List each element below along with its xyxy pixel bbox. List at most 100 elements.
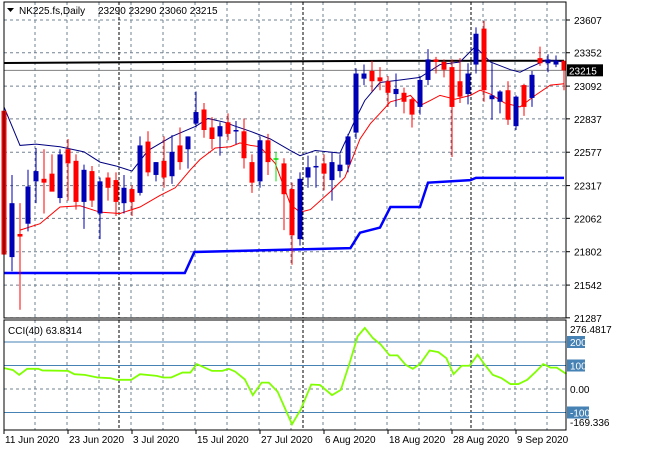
price-tick-label: 21542 bbox=[574, 281, 602, 292]
bull-candle bbox=[153, 162, 159, 175]
bull-candle bbox=[417, 79, 423, 107]
cci-panel bbox=[3, 326, 567, 427]
candles bbox=[1, 20, 567, 310]
date-label: 27 Jul 2020 bbox=[261, 435, 313, 446]
bull-candle bbox=[337, 164, 343, 172]
bear-candle bbox=[177, 145, 183, 163]
bear-candle bbox=[65, 149, 71, 164]
bear-candle bbox=[369, 70, 375, 82]
bull-candle bbox=[497, 91, 503, 102]
bear-candle bbox=[377, 77, 383, 82]
cci-max-label: 276.4817 bbox=[570, 325, 612, 336]
date-label: 6 Aug 2020 bbox=[325, 435, 376, 446]
bear-candle bbox=[401, 92, 407, 102]
bull-candle bbox=[425, 59, 431, 80]
bear-candle bbox=[249, 162, 255, 183]
cci-level-label: 0.00 bbox=[570, 385, 590, 396]
date-label: 23 Jun 2020 bbox=[69, 435, 124, 446]
bear-candle bbox=[409, 99, 415, 115]
triangle-down-icon[interactable] bbox=[7, 8, 14, 12]
bull-candle bbox=[33, 171, 39, 182]
bear-candle bbox=[505, 90, 511, 120]
price-tick-label: 21802 bbox=[574, 248, 602, 259]
bear-candle bbox=[289, 189, 295, 236]
bear-candle bbox=[73, 160, 79, 202]
bear-candle bbox=[433, 59, 439, 62]
bull-candle bbox=[193, 112, 199, 124]
bull-candle bbox=[393, 88, 399, 95]
bull-candle bbox=[233, 130, 239, 132]
bear-candle bbox=[321, 163, 327, 174]
date-label: 3 Jul 2020 bbox=[133, 435, 180, 446]
bull-candle bbox=[121, 187, 127, 204]
cci-min-label: -169.336 bbox=[570, 418, 610, 429]
date-label: 15 Jul 2020 bbox=[197, 435, 249, 446]
bull-candle bbox=[553, 60, 559, 65]
bull-candle bbox=[329, 162, 335, 181]
bull-candle bbox=[185, 136, 191, 150]
bull-candle bbox=[257, 140, 263, 182]
bear-candle bbox=[241, 131, 247, 159]
bear-candle bbox=[265, 140, 271, 163]
bull-candle bbox=[513, 96, 519, 127]
bear-candle bbox=[17, 233, 23, 237]
resistance-line bbox=[3, 59, 565, 65]
price-tick-label: 23607 bbox=[574, 16, 602, 27]
bear-candle bbox=[105, 177, 111, 188]
axes: 23607 23352 23092 22837 22577 22317 22062 21802… bbox=[3, 16, 612, 446]
bull-candle bbox=[313, 165, 319, 168]
bear-candle bbox=[281, 163, 287, 195]
bull-candle bbox=[353, 73, 359, 133]
bear-candle bbox=[145, 141, 151, 173]
bull-candle bbox=[465, 73, 471, 95]
bear-candle bbox=[201, 109, 207, 131]
bear-candle bbox=[161, 160, 167, 178]
date-label: 11 Jun 2020 bbox=[5, 435, 60, 446]
bull-candle bbox=[529, 74, 535, 98]
price-tick-label: 21287 bbox=[574, 314, 602, 325]
bear-candle bbox=[537, 58, 543, 64]
date-label: 9 Sep 2020 bbox=[517, 435, 569, 446]
bear-candle bbox=[521, 85, 527, 107]
date-label: 18 Aug 2020 bbox=[389, 435, 446, 446]
bear-candle bbox=[129, 189, 135, 202]
bull-candle bbox=[345, 136, 351, 165]
bull-candle bbox=[489, 95, 495, 100]
date-label: 28 Aug 2020 bbox=[453, 435, 510, 446]
price-tick-label: 23352 bbox=[574, 49, 602, 60]
bull-candle bbox=[361, 73, 367, 79]
cci-level-label: 100 bbox=[570, 362, 587, 373]
bear-candle bbox=[225, 122, 231, 134]
price-tick-label: 22317 bbox=[574, 182, 602, 193]
bear-candle bbox=[41, 178, 47, 183]
bull-candle bbox=[217, 126, 223, 137]
bear-candle bbox=[113, 180, 119, 202]
bear-candle bbox=[441, 61, 447, 70]
bull-candle bbox=[473, 33, 479, 65]
bear-candle bbox=[49, 173, 55, 192]
ohlc-label: 23290 23290 23060 23215 bbox=[98, 6, 218, 17]
bull-candle bbox=[97, 181, 103, 214]
bull-candle bbox=[9, 203, 15, 258]
bear-candle bbox=[385, 81, 391, 93]
bear-candle bbox=[481, 28, 487, 91]
bull-candle bbox=[57, 154, 63, 199]
bull-candle bbox=[545, 59, 551, 64]
bull-candle bbox=[305, 167, 311, 178]
bull-candle bbox=[169, 151, 175, 177]
cci-label: CCI(40) 63.8314 bbox=[8, 326, 82, 337]
price-tick-label: 22837 bbox=[574, 115, 602, 126]
trading-chart[interactable]: 23607 23352 23092 22837 22577 22317 22062 21802… bbox=[0, 0, 660, 450]
price-tick-label: 22062 bbox=[574, 214, 602, 225]
bull-candle bbox=[297, 178, 303, 240]
symbol-label: NK225.fs,Daily bbox=[19, 6, 85, 17]
current-price-label: 23215 bbox=[569, 66, 597, 77]
doji-candle bbox=[273, 158, 279, 160]
price-tick-label: 23092 bbox=[574, 82, 602, 93]
bear-candle bbox=[89, 171, 95, 201]
cci-level-label: 200 bbox=[570, 338, 587, 349]
bull-candle bbox=[137, 145, 143, 193]
bear-candle bbox=[209, 127, 215, 139]
bull-candle bbox=[25, 186, 31, 224]
bear-candle bbox=[449, 67, 455, 107]
